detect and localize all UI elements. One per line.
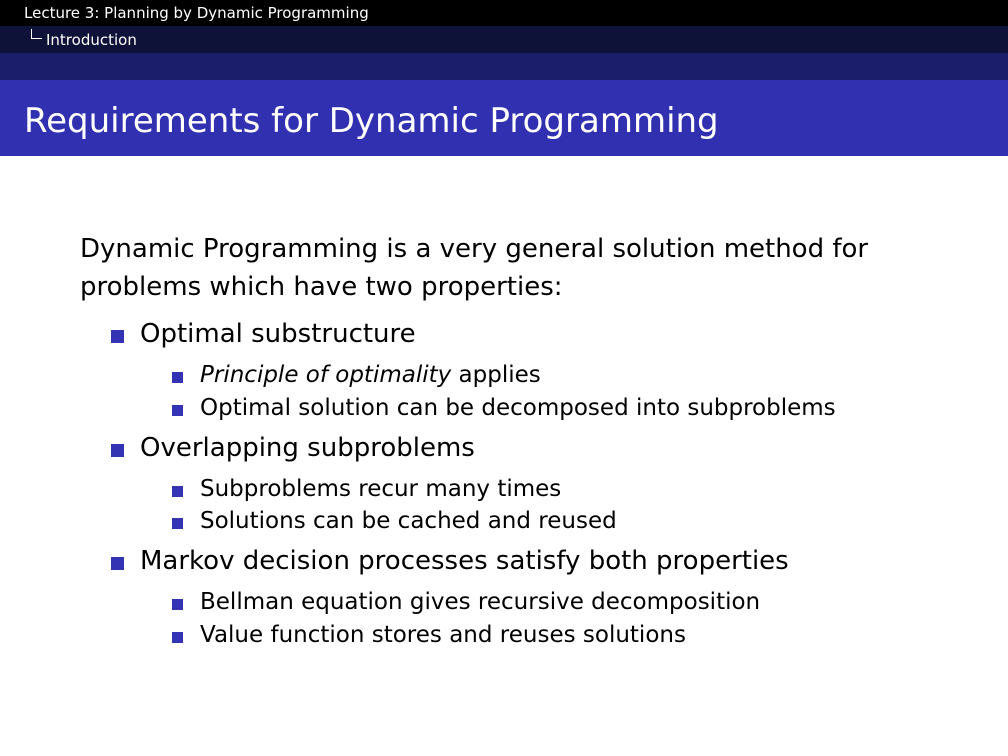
emphasis-text: Principle of optimality bbox=[200, 362, 452, 388]
sub-bullet-text: applies bbox=[451, 362, 541, 388]
sub-bullet-square-icon bbox=[172, 372, 183, 383]
bullet-item: Overlapping subproblems bbox=[140, 433, 475, 463]
sub-bullet-square-icon bbox=[172, 599, 183, 610]
bullet-item: Optimal substructure bbox=[140, 319, 416, 349]
sub-bullet-item: Bellman equation gives recursive decompo… bbox=[200, 589, 761, 615]
sub-bullet-item: Principle of optimality applies bbox=[200, 362, 541, 388]
sub-bullet-square-icon bbox=[172, 518, 183, 529]
bullet-square-icon bbox=[111, 444, 124, 457]
sub-bullet-square-icon bbox=[172, 632, 183, 643]
sub-bullet-square-icon bbox=[172, 486, 183, 497]
bullet-square-icon bbox=[111, 330, 124, 343]
sub-bullet-item: Subproblems recur many times bbox=[200, 476, 562, 502]
sub-bullet-square-icon bbox=[172, 405, 183, 416]
sub-bullet-item: Solutions can be cached and reused bbox=[200, 508, 617, 534]
sub-bullet-item: Value function stores and reuses solutio… bbox=[200, 622, 686, 648]
bullet-square-icon bbox=[111, 557, 124, 570]
intro-paragraph: Dynamic Programming is a very general so… bbox=[80, 234, 869, 302]
bullet-item: Markov decision processes satisfy both p… bbox=[140, 546, 789, 576]
sub-bullet-item: Optimal solution can be decomposed into … bbox=[200, 395, 836, 421]
slide-content: Dynamic Programming is a very general so… bbox=[0, 0, 1008, 756]
